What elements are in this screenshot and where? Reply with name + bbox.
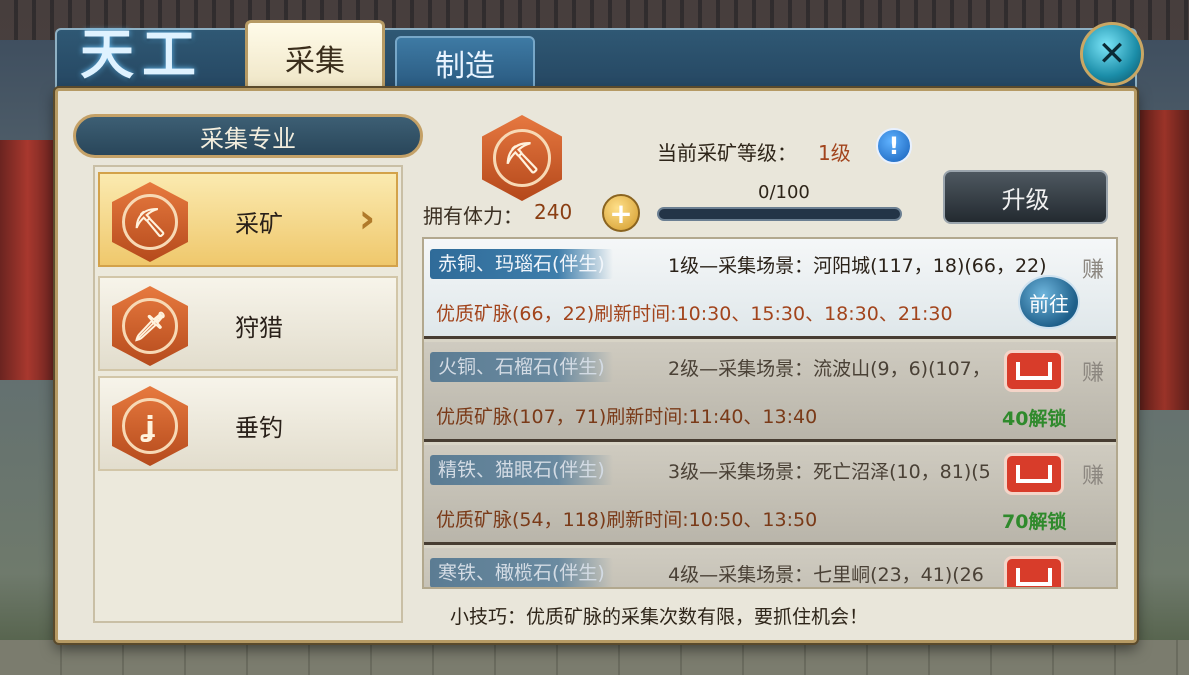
unlock-level-text: 70解锁 [1002, 511, 1067, 533]
pickaxe-icon: ⛏ [112, 182, 188, 262]
list-item[interactable]: 精铁、猫眼石(伴生) 3级—采集场景：死亡沼泽(10，81)(5 优质矿脉(54… [424, 445, 1116, 545]
sidebar-item-fishing[interactable]: ʝ 垂钓 [98, 376, 398, 471]
lock-icon [1004, 350, 1064, 392]
scene-text: 4级—采集场景：七里峒(23，41)(26 [668, 564, 984, 586]
level-value: 1级 [818, 141, 851, 165]
background-pillar-right [1140, 110, 1189, 410]
stamina-label: 拥有体力： [423, 204, 523, 228]
ore-tag: 火铜、石榴石(伴生) [430, 352, 613, 382]
sidebar-item-label: 垂钓 [235, 414, 283, 442]
vein-text: 优质矿脉(66，22)刷新时间:10:30、15:30、18:30、21:30 [436, 303, 953, 325]
go-button[interactable]: 前往 [1018, 275, 1080, 329]
scene-text: 3级—采集场景：死亡沼泽(10，81)(5 [668, 461, 991, 483]
unlock-level-text: 40解锁 [1002, 408, 1067, 430]
background-floor [0, 640, 1189, 675]
info-button[interactable]: ! [876, 128, 912, 164]
plus-icon: + [609, 196, 633, 230]
sidebar-title: 采集专业 [73, 114, 423, 158]
scene-text: 1级—采集场景：河阳城(117，18)(66，22) [668, 255, 1047, 277]
vein-text: 优质矿脉(54，118)刷新时间:10:50、13:50 [436, 509, 818, 531]
tip-text: 小技巧：优质矿脉的采集次数有限，要抓住机会！ [450, 606, 869, 628]
ore-list[interactable]: 赤铜、玛瑙石(伴生) 1级—采集场景：河阳城(117，18)(66，22) 优质… [422, 237, 1118, 589]
upgrade-button[interactable]: 升级 [943, 170, 1108, 224]
sidebar-item-label: 狩猎 [235, 314, 283, 342]
tab-craft[interactable]: 制造 [395, 36, 535, 90]
sidebar-item-hunting[interactable]: 🗡 狩猎 [98, 276, 398, 371]
seal-text: 赚 [1082, 258, 1105, 283]
chevron-right-icon: › [358, 196, 376, 242]
background-pillar-left [0, 140, 55, 380]
scene-text: 2级—采集场景：流波山(9，6)(107， [668, 358, 991, 380]
seal-text: 赚 [1082, 361, 1105, 386]
tiangong-logo: 天工 [80, 22, 204, 86]
ore-tag: 赤铜、玛瑙石(伴生) [430, 249, 613, 279]
close-icon: ✕ [1097, 34, 1127, 74]
progress-text: 0/100 [758, 182, 810, 203]
level-label: 当前采矿等级： [657, 141, 797, 165]
ore-tag: 精铁、猫眼石(伴生) [430, 455, 613, 485]
list-item[interactable]: 赤铜、玛瑙石(伴生) 1级—采集场景：河阳城(117，18)(66，22) 优质… [424, 239, 1116, 339]
lock-icon [1004, 453, 1064, 495]
tab-gather[interactable]: 采集 [245, 20, 385, 92]
fishhook-icon: ʝ [112, 386, 188, 466]
lock-icon [1004, 556, 1064, 587]
sidebar-item-mining[interactable]: ⛏ 采矿 › [98, 172, 398, 267]
exclamation-icon: ! [888, 132, 900, 160]
stamina-value: 240 [534, 200, 573, 224]
ore-tag: 寒铁、橄榄石(伴生) [430, 558, 613, 587]
vein-text: 优质矿脉(107，71)刷新时间:11:40、13:40 [436, 406, 818, 428]
list-item[interactable]: 火铜、石榴石(伴生) 2级—采集场景：流波山(9，6)(107， 优质矿脉(10… [424, 342, 1116, 442]
sidebar-item-label: 采矿 [235, 210, 283, 238]
close-button[interactable]: ✕ [1080, 22, 1144, 86]
seal-text: 赚 [1082, 464, 1105, 489]
add-stamina-button[interactable]: + [602, 194, 640, 232]
list-item[interactable]: 寒铁、橄榄石(伴生) 4级—采集场景：七里峒(23，41)(26 [424, 548, 1116, 587]
progress-bar [657, 207, 902, 221]
knife-icon: 🗡 [112, 286, 188, 366]
